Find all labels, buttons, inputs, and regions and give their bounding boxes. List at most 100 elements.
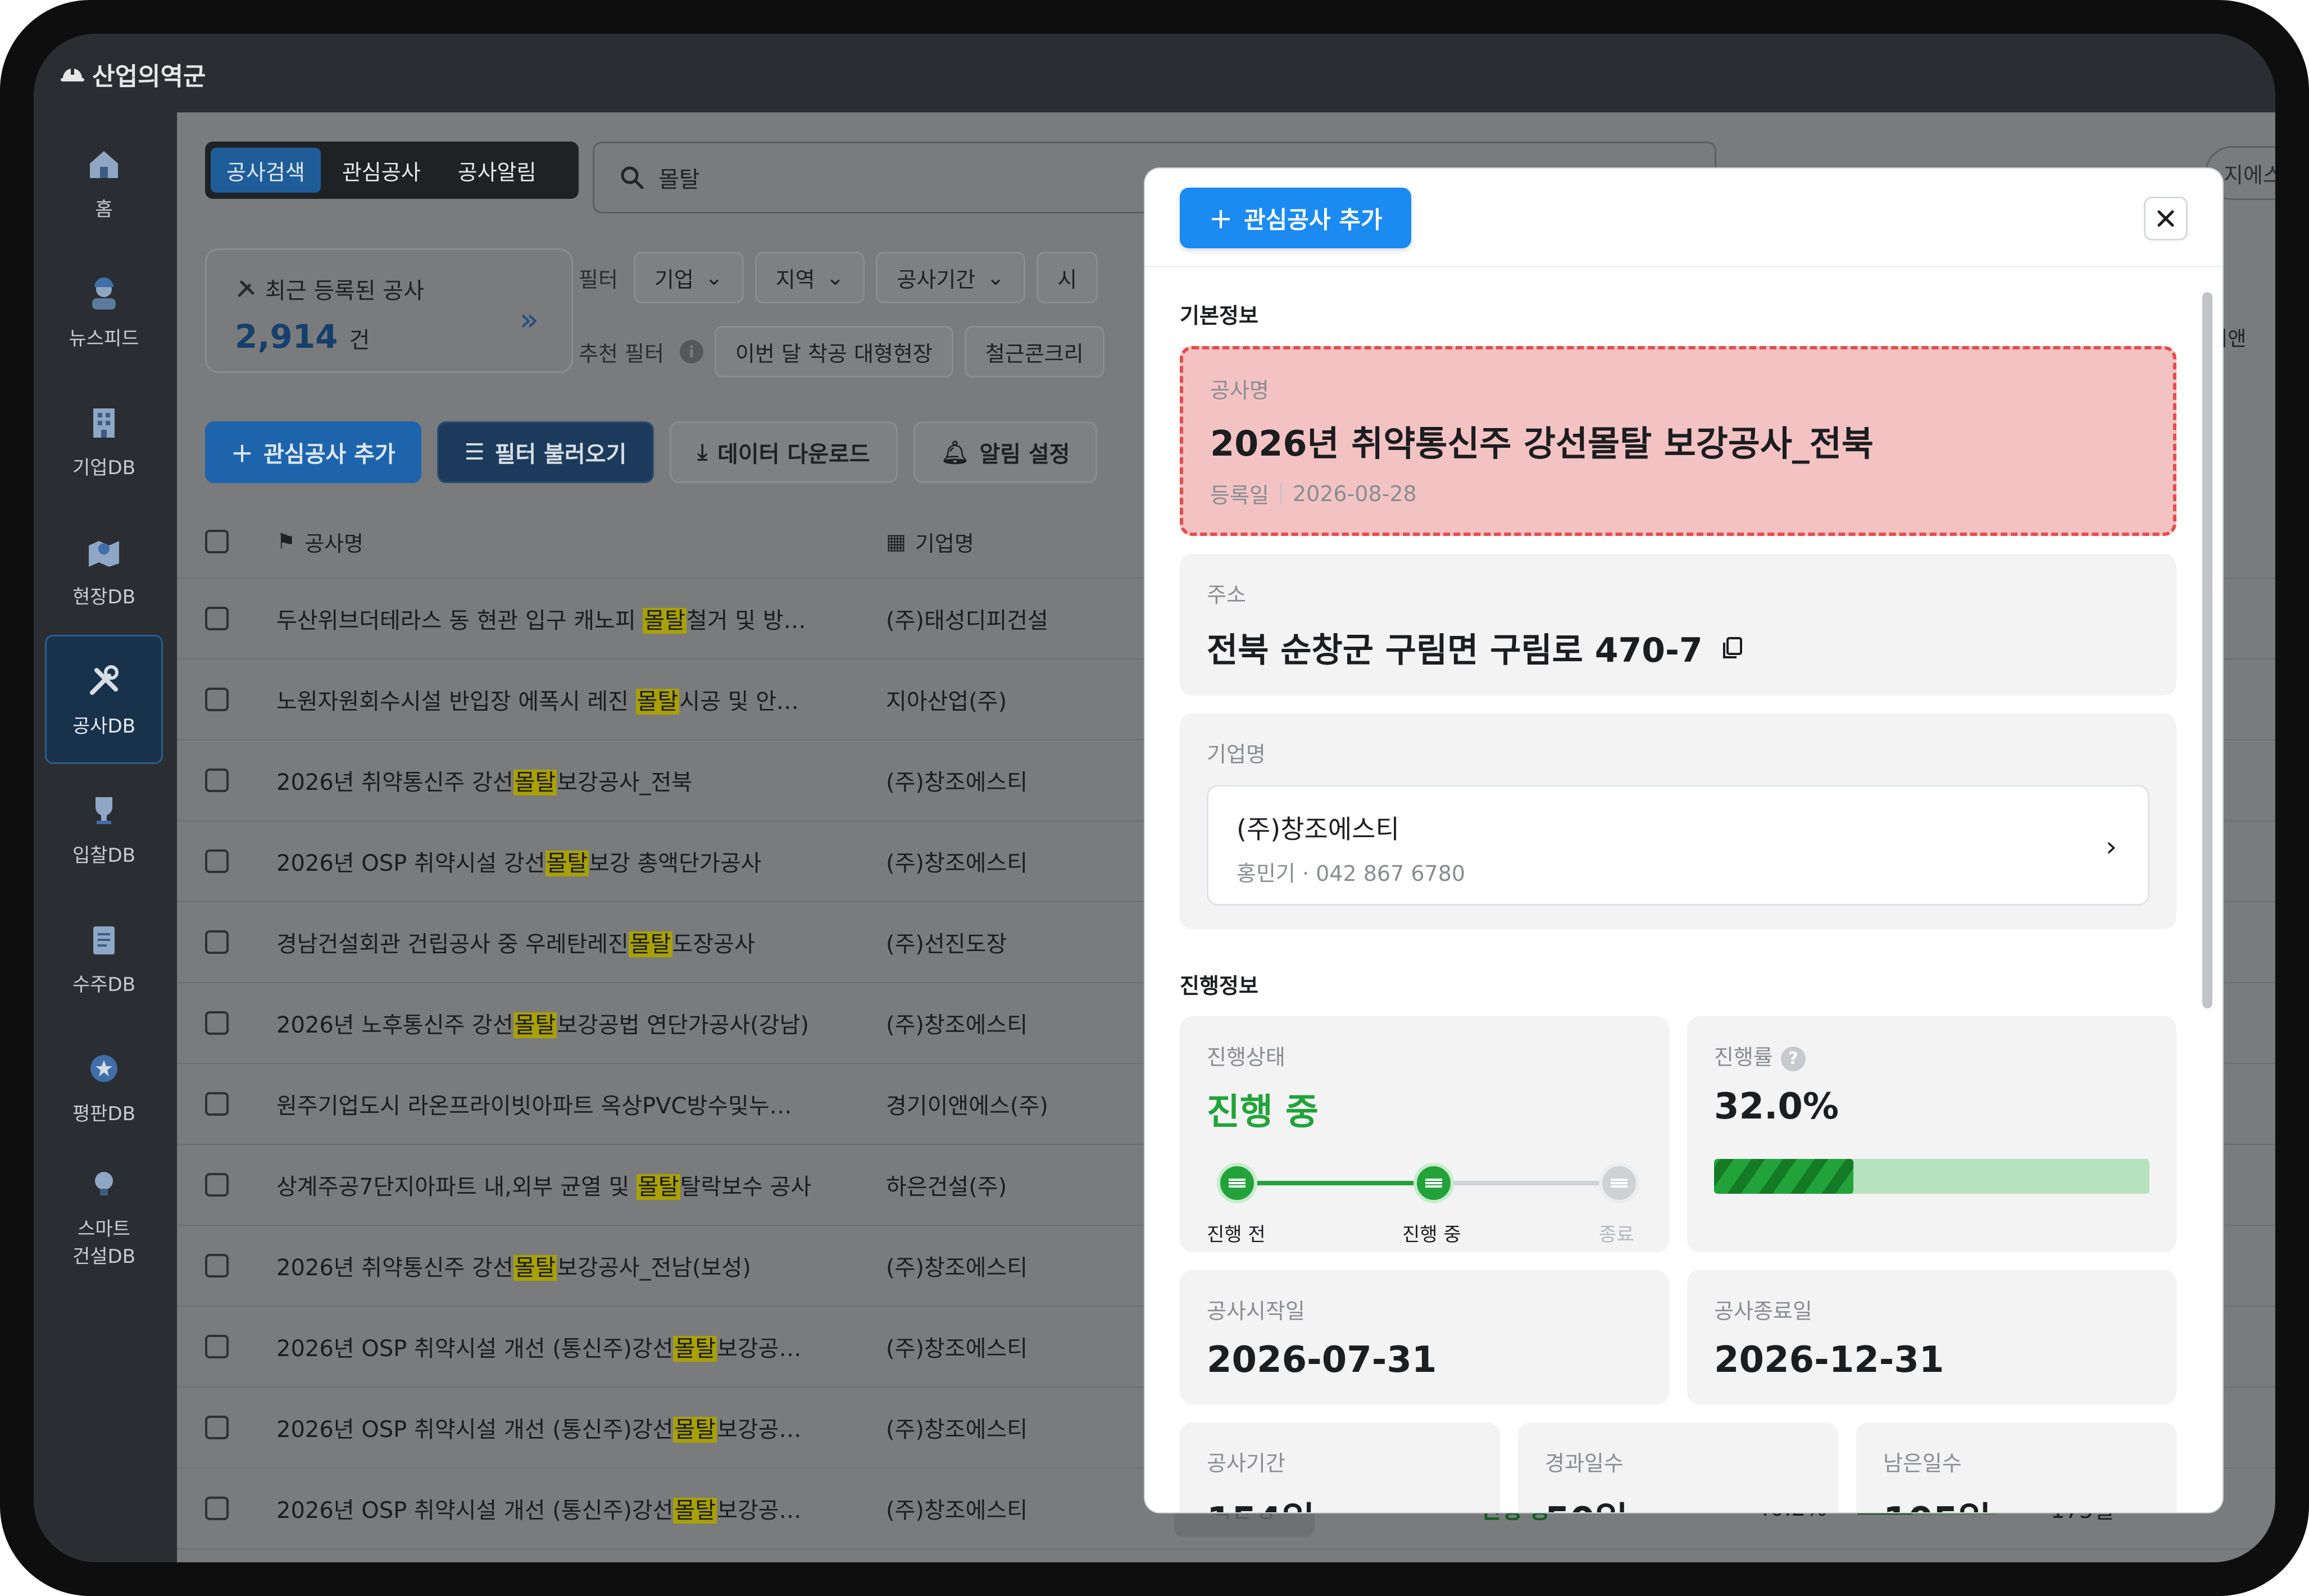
sidebar-item-newsfeed[interactable]: 뉴스피드 (45, 247, 163, 376)
load-filter-button[interactable]: ☰ 필터 불러오기 (437, 421, 654, 483)
row-checkbox[interactable] (205, 607, 229, 630)
step-label: 종료 (1599, 1224, 1634, 1246)
button-label: 관심공사 추가 (1244, 206, 1383, 234)
button-label: 관심공사 추가 (263, 442, 396, 467)
name-text: 보강공사_전남(보성) (557, 1255, 751, 1281)
close-icon (2157, 210, 2174, 227)
rate-label-row: 진행률? (1714, 1040, 2149, 1071)
row-checkbox[interactable] (205, 849, 229, 873)
sidebar-item-bid-db[interactable]: 입찰DB (45, 764, 163, 893)
filter-more[interactable]: 시 (1037, 252, 1098, 303)
step-dot-done (1599, 1163, 1639, 1203)
progress-info-heading: 진행정보 (1180, 974, 1258, 998)
basic-info-heading: 기본정보 (1180, 303, 1258, 328)
status-value: 진행 중 (1207, 1092, 1319, 1133)
tab-alerts[interactable]: 공사알림 (442, 148, 552, 193)
row-construction-name[interactable]: 경남건설회관 건립공사 중 우레탄레진몰탈도장공사 (276, 926, 886, 958)
data-download-button[interactable]: ⤓ 데이터 다운로드 (670, 421, 898, 483)
filter-region[interactable]: 지역 ⌄ (754, 252, 865, 303)
row-checkbox[interactable] (205, 1092, 229, 1116)
sidebar-item-reputation-db[interactable]: 평판DB (45, 1022, 163, 1152)
row-construction-name[interactable]: 2026년 OSP 취약시설 개선 (통신주)강선몰탈보강공… (276, 1492, 886, 1525)
recommended-filter-row: 추천 필터 i 이번 달 착공 대형현장 철근콘크리 (579, 326, 1104, 378)
start-date: 2026-07-31 (1207, 1339, 1437, 1381)
row-company[interactable]: 지아산업(주) (886, 683, 1139, 716)
company-link[interactable]: (주)창조에스티 홍민기 · 042 867 6780 › (1207, 785, 2149, 906)
tab-favorites[interactable]: 관심공사 (326, 148, 437, 193)
row-construction-name[interactable]: 두산위브더테라스 동 현관 입구 캐노피 몰탈철거 및 방… (276, 602, 886, 635)
row-construction-name[interactable]: 2026년 OSP 취약시설 개선 (통신주)강선몰탈보강공… (276, 1411, 886, 1444)
recommended-chip[interactable]: 이번 달 착공 대형현장 (714, 326, 953, 378)
row-checkbox[interactable] (205, 1335, 229, 1358)
app-screen: 산업의역군 홈 뉴스피드 기업DB 현장DB 공사DB 입찰DB 수주DB 평판… (34, 34, 2275, 1562)
tools-icon (90, 665, 119, 695)
row-company[interactable]: 경기이앤에스(주) (886, 1088, 1139, 1120)
column-header-name[interactable]: ⚑ 공사명 (276, 526, 886, 557)
row-construction-name[interactable]: 노원자원회수시설 반입장 에폭시 레진 몰탈시공 및 안… (276, 683, 886, 716)
search-highlight: 몰탈 (513, 1255, 557, 1281)
recommended-chip[interactable]: 철근콘크리 (964, 326, 1104, 378)
row-company[interactable]: (주)창조에스티 (886, 1411, 1139, 1444)
row-company[interactable]: 하은건설(주) (886, 1168, 1139, 1201)
step-line-done (1237, 1181, 1434, 1185)
row-checkbox[interactable] (205, 1254, 229, 1277)
help-icon[interactable]: ? (1780, 1046, 1806, 1071)
row-checkbox[interactable] (205, 930, 229, 954)
select-all-checkbox[interactable] (205, 530, 229, 553)
row-company[interactable]: (주)창조에스티 (886, 845, 1139, 877)
step-label: 진행 중 (1402, 1224, 1461, 1246)
chevron-down-icon: ⌄ (826, 265, 844, 290)
name-text: 2026년 OSP 취약시설 개선 (통신주)강선 (276, 1417, 674, 1443)
row-construction-name[interactable]: 2026년 취약통신주 강선몰탈보강공사_전남(보성) (276, 1249, 886, 1282)
row-construction-name[interactable]: 상계주공7단지아파트 내,외부 균열 및 몰탈탈락보수 공사 (276, 1168, 886, 1201)
row-company[interactable]: (주)창조에스티 (886, 1249, 1139, 1282)
home-icon (90, 151, 118, 178)
filter-lines-icon: ☰ (464, 439, 485, 465)
double-chevron-right-icon: » (519, 302, 539, 338)
column-header-company[interactable]: ▦ 기업명 (886, 526, 1139, 557)
tab-search[interactable]: 공사검색 (211, 148, 321, 193)
step-dot-in-progress (1413, 1163, 1454, 1203)
sidebar-item-site-db[interactable]: 현장DB (45, 506, 163, 635)
remaining-value: 105일 (1883, 1492, 2149, 1512)
row-checkbox[interactable] (205, 688, 229, 711)
sidebar-item-home[interactable]: 홈 (45, 118, 163, 247)
filter-period[interactable]: 공사기간 ⌄ (876, 252, 1026, 303)
star-badge-icon (90, 1054, 117, 1082)
modal-add-favorite-button[interactable]: ＋ 관심공사 추가 (1180, 188, 1412, 248)
row-company[interactable]: (주)창조에스티 (886, 1330, 1139, 1363)
copy-icon[interactable] (1720, 635, 1746, 661)
button-label: 필터 불러오기 (494, 442, 627, 467)
recent-registered-card[interactable]: 최근 등록된 공사 2,914 건 » (205, 248, 573, 373)
brand-logo[interactable]: 산업의역군 (58, 56, 206, 92)
elapsed-value: 50일 (1545, 1492, 1811, 1512)
row-construction-name[interactable]: 원주기업도시 라온프라이빗아파트 옥상PVC방수및누… (276, 1088, 886, 1120)
filter-company[interactable]: 기업 ⌄ (633, 252, 744, 303)
recent-registered-count: 2,914 건 (235, 317, 543, 356)
sidebar-item-company-db[interactable]: 기업DB (45, 376, 163, 506)
company-name: (주)창조에스티 (1237, 814, 1399, 844)
name-text: 도장공사 (672, 931, 755, 957)
row-checkbox[interactable] (205, 1497, 229, 1520)
row-construction-name[interactable]: 2026년 OSP 취약시설 개선 (통신주)강선몰탈보강공… (276, 1330, 886, 1363)
row-company[interactable]: (주)창조에스티 (886, 764, 1139, 797)
status-stepper: 진행 전 진행 중 종료 (1207, 1163, 1642, 1246)
add-favorite-button[interactable]: ＋ 관심공사 추가 (205, 421, 421, 483)
close-button[interactable] (2144, 197, 2188, 240)
row-company[interactable]: (주)창조에스티 (886, 1492, 1139, 1525)
row-construction-name[interactable]: 2026년 OSP 취약시설 강선몰탈보강 총액단가공사 (276, 845, 886, 877)
row-checkbox[interactable] (205, 769, 229, 792)
row-company[interactable]: (주)태성디피건설 (886, 602, 1139, 635)
row-checkbox[interactable] (205, 1011, 229, 1035)
chevron-right-icon: › (2106, 830, 2117, 863)
row-checkbox[interactable] (205, 1173, 229, 1197)
row-construction-name[interactable]: 2026년 노후통신주 강선몰탈보강공법 연단가공사(강남) (276, 1007, 886, 1039)
row-construction-name[interactable]: 2026년 취약통신주 강선몰탈보강공사_전북 (276, 764, 886, 797)
row-company[interactable]: (주)창조에스티 (886, 1007, 1139, 1039)
alert-settings-button[interactable]: 🔔︎ 알림 설정 (913, 421, 1098, 483)
sidebar-item-smart-construction-db[interactable]: 스마트 건설DB (45, 1152, 163, 1281)
row-company[interactable]: (주)선진도장 (886, 926, 1139, 958)
sidebar-item-construction-db[interactable]: 공사DB (45, 635, 163, 764)
sidebar-item-order-db[interactable]: 수주DB (45, 893, 163, 1022)
row-checkbox[interactable] (205, 1416, 229, 1439)
